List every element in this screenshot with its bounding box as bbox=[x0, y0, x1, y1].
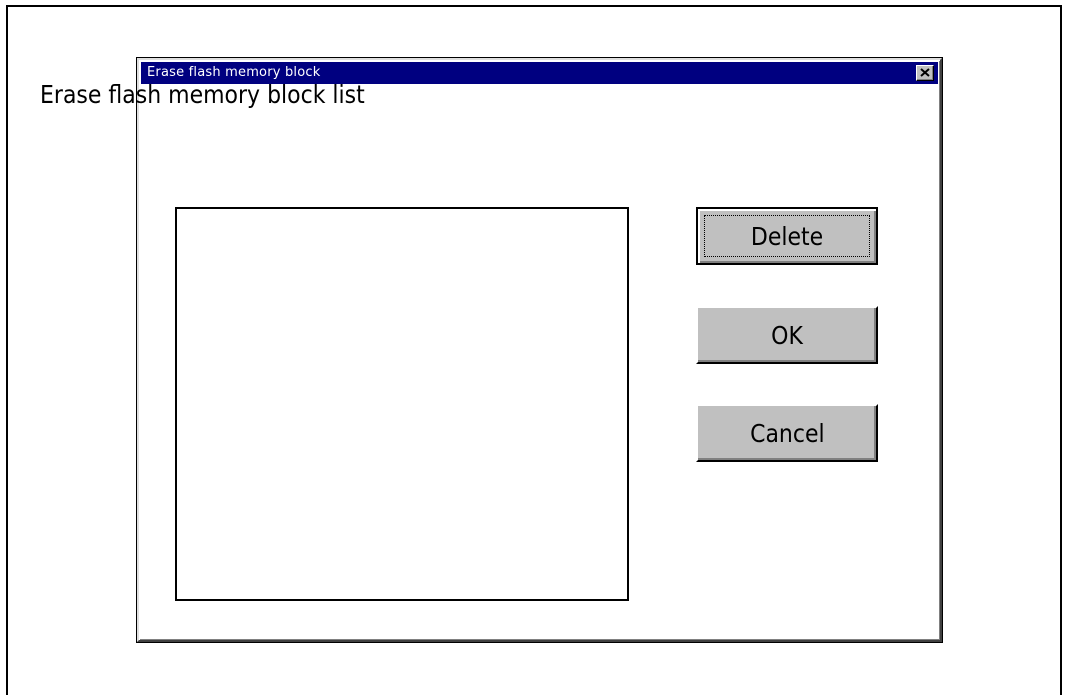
block-list-label: Erase flash memory block list bbox=[40, 80, 365, 109]
ok-button[interactable]: OK bbox=[696, 306, 878, 364]
close-icon bbox=[920, 68, 930, 77]
ok-button-label: OK bbox=[771, 320, 803, 350]
cancel-button[interactable]: Cancel bbox=[696, 404, 878, 462]
cancel-button-label: Cancel bbox=[749, 418, 825, 448]
close-button[interactable] bbox=[916, 65, 934, 81]
erase-block-listbox[interactable] bbox=[175, 207, 629, 601]
delete-button-label: Delete bbox=[750, 221, 824, 251]
delete-button[interactable]: Delete bbox=[696, 207, 878, 265]
dialog-title: Erase flash memory block bbox=[147, 65, 321, 80]
